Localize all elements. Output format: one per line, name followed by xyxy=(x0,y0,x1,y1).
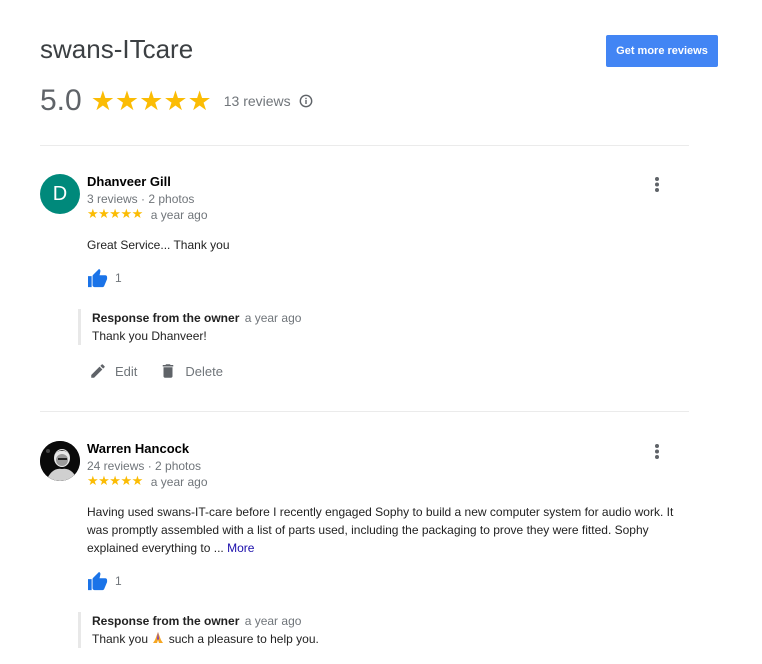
divider xyxy=(40,411,689,412)
divider xyxy=(40,145,689,146)
business-title: swans-ITcare xyxy=(40,34,194,64)
review-rating: ★★★★★ a year ago xyxy=(87,207,208,222)
like-count: 1 xyxy=(115,271,122,285)
response-text: Thank you such a pleasure to help you. xyxy=(92,630,652,648)
review-rating: ★★★★★ a year ago xyxy=(87,474,208,489)
info-icon[interactable] xyxy=(299,94,313,108)
avatar[interactable]: D xyxy=(40,174,80,214)
get-more-reviews-button[interactable]: Get more reviews xyxy=(606,35,718,67)
more-options-icon[interactable] xyxy=(650,441,664,461)
response-time: a year ago xyxy=(244,311,302,325)
response-time: a year ago xyxy=(244,614,302,628)
owner-response: Response from the owner a year ago Thank… xyxy=(78,309,652,345)
delete-button[interactable]: Delete xyxy=(159,362,223,380)
review-card: Warren Hancock 24 reviews · 2 photos ★★★… xyxy=(40,441,690,664)
response-text: Thank you Dhanveer! xyxy=(92,329,207,343)
like-button[interactable]: 1 xyxy=(87,571,122,591)
edit-label: Edit xyxy=(115,363,138,379)
review-card: D Dhanveer Gill 3 reviews · 2 photos ★★★… xyxy=(40,174,690,394)
review-text-body: Having used swans-IT-care before I recen… xyxy=(87,505,674,555)
response-owner-label: Response from the owner xyxy=(92,311,240,325)
more-options-icon[interactable] xyxy=(650,174,664,194)
trash-icon xyxy=(163,364,174,378)
like-count: 1 xyxy=(115,574,122,588)
reviewer-name[interactable]: Dhanveer Gill xyxy=(87,174,171,189)
rating-stars: ★★★★★ xyxy=(90,85,212,117)
more-link[interactable]: More xyxy=(227,541,254,555)
review-text: Having used swans-IT-care before I recen… xyxy=(87,503,687,557)
review-text: Great Service... Thank you xyxy=(87,238,230,252)
average-score: 5.0 xyxy=(40,84,82,117)
response-owner-label: Response from the owner xyxy=(92,614,240,628)
response-actions: Edit Delete xyxy=(89,362,245,380)
praying-hands-icon xyxy=(153,632,164,643)
response-text-end: such a pleasure to help you. xyxy=(168,632,319,646)
review-stars: ★★★★★ xyxy=(87,474,143,489)
rating-summary: 5.0 ★★★★★ 13 reviews xyxy=(40,84,313,118)
owner-response: Response from the owner a year ago Thank… xyxy=(78,612,652,648)
like-button[interactable]: 1 xyxy=(87,268,122,288)
response-text-start: Thank you xyxy=(92,632,149,646)
delete-label: Delete xyxy=(185,363,223,379)
thumbs-up-icon xyxy=(88,268,108,288)
reviewer-meta: 3 reviews · 2 photos xyxy=(87,192,195,206)
review-stars: ★★★★★ xyxy=(87,207,143,222)
review-time: a year ago xyxy=(150,207,208,222)
pencil-icon xyxy=(91,364,105,378)
reviewer-name[interactable]: Warren Hancock xyxy=(87,441,189,456)
review-time: a year ago xyxy=(150,474,208,489)
reviewer-meta: 24 reviews · 2 photos xyxy=(87,459,202,473)
edit-button[interactable]: Edit xyxy=(89,362,137,380)
review-count[interactable]: 13 reviews xyxy=(224,93,291,109)
thumbs-up-icon xyxy=(88,571,108,591)
avatar[interactable] xyxy=(40,441,80,481)
